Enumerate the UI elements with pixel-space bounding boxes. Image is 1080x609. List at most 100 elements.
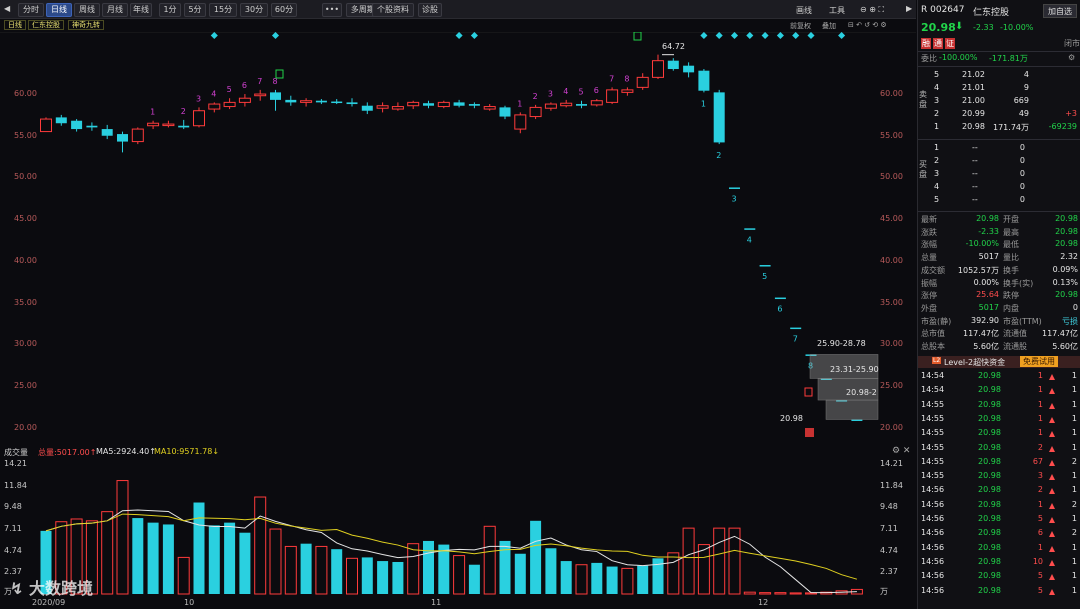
candle-body xyxy=(683,65,695,73)
buy-level-row[interactable]: 4 -- 0 xyxy=(918,182,1080,193)
trade-volume: 67 xyxy=(1032,456,1043,466)
trade-up-arrow-icon xyxy=(1049,459,1055,468)
buy-level-row[interactable]: 1 -- 0 xyxy=(918,143,1080,154)
period-tab[interactable]: 5分 xyxy=(184,3,206,17)
signal-diamond xyxy=(271,31,280,40)
seq-label-down: 4 xyxy=(747,235,752,244)
quote-row: 市盈(静) 392.90 市盈(TTM) 亏损 xyxy=(918,316,1080,327)
buy-level-row[interactable]: 2 -- 0 xyxy=(918,156,1080,167)
level-volume: 0 xyxy=(1019,143,1025,152)
period-tab[interactable]: 60分 xyxy=(271,3,297,17)
trade-price: 20.98 xyxy=(978,485,1001,495)
stock-info-button[interactable]: 个股资料 xyxy=(372,3,414,17)
volume-chart[interactable]: 14.21 11.84 9.48 7.11 4.74 2.37 万 14.21 11.84 9.… xyxy=(0,458,916,596)
volume-bar xyxy=(423,540,434,594)
stock-name: 仁东控股 xyxy=(973,8,1010,18)
chart-control-icons[interactable]: ⊟ ↶ ↺ ⟲ ⚙ xyxy=(848,21,887,29)
nav-next-icon[interactable]: ▶ xyxy=(906,4,912,13)
quote-label: 外盘 xyxy=(921,303,937,313)
quote-label: 换手(实) xyxy=(1003,278,1034,288)
volume-bar xyxy=(208,525,220,594)
buy-level-row[interactable]: 5 -- 0 xyxy=(918,195,1080,206)
volume-bar xyxy=(284,545,297,595)
volume-title: 成交量 xyxy=(4,448,28,457)
candle-body xyxy=(331,101,343,104)
quote-value: 亏损 xyxy=(1062,316,1078,326)
period-tab[interactable]: 15分 xyxy=(209,3,237,17)
nav-prev-icon[interactable]: ◀ xyxy=(4,4,10,13)
candle-body xyxy=(407,101,420,107)
zoom-icons[interactable]: ⊖ ⊕ ⛶ xyxy=(860,5,884,15)
draw-line-button[interactable]: 画线 xyxy=(796,5,812,16)
candle-body xyxy=(729,187,740,189)
trade-volume: 2 xyxy=(1037,442,1043,452)
candle-body xyxy=(117,134,128,142)
quote-value: 2.32 xyxy=(1060,252,1078,262)
quote-value: -2.33 xyxy=(978,226,999,236)
more-button[interactable]: ••• xyxy=(322,3,342,17)
quote-label: 总股本 xyxy=(921,342,945,351)
quote-row: 外盘 5017 内盘 0 xyxy=(918,303,1080,314)
trade-row: 14:54 20.98 1 1 xyxy=(918,385,1080,396)
period-tab[interactable]: 月线 xyxy=(102,3,128,17)
volume-settings-icon[interactable]: ⚙ ✕ xyxy=(892,446,910,456)
prev-adjust-toggle[interactable]: 前复权 xyxy=(790,21,811,31)
price-change: -2.33 xyxy=(973,23,994,32)
trade-price: 20.98 xyxy=(978,413,1001,423)
tag-stock-name[interactable]: 仁东控股 xyxy=(28,20,64,30)
period-tab[interactable]: 周线 xyxy=(74,3,100,17)
trade-volume: 2 xyxy=(1037,485,1043,495)
candle-body xyxy=(101,129,113,136)
volume-bar xyxy=(560,561,572,594)
tools-button[interactable]: 工具 xyxy=(829,5,845,16)
trade-price: 20.98 xyxy=(978,528,1001,538)
sell-level-row[interactable]: 4 21.01 9 xyxy=(918,83,1080,94)
level2-text[interactable]: Level-2超快资金 xyxy=(944,357,1005,368)
signal-diamond xyxy=(761,31,769,40)
quote-row: 总市值 117.47亿 流通值 117.47亿 xyxy=(918,328,1080,339)
overlay-toggle[interactable]: 叠加 xyxy=(822,21,836,31)
sell-level-row[interactable]: 1 20.98 171.74万 -69239 xyxy=(918,122,1080,133)
sell-level-row[interactable]: 2 20.99 49 +3 xyxy=(918,109,1080,120)
period-tab[interactable]: 1分 xyxy=(159,3,181,17)
period-tab[interactable]: 分时 xyxy=(18,3,44,17)
add-watchlist-button[interactable]: 加自选 xyxy=(1043,4,1077,18)
buy-level-row[interactable]: 3 -- 0 xyxy=(918,169,1080,180)
level-volume: 49 xyxy=(1018,109,1029,118)
trade-row: 14:56 20.98 6 2 xyxy=(918,528,1080,539)
panel-settings-icon[interactable]: ⚙ xyxy=(1068,53,1075,62)
volume-bar xyxy=(697,544,710,595)
trade-count: 2 xyxy=(1071,499,1077,509)
quote-value: 117.47亿 xyxy=(1042,329,1078,339)
badge-connect: 通 xyxy=(933,38,943,49)
trade-time: 14:55 xyxy=(921,442,945,452)
level-index: 3 xyxy=(934,169,940,178)
quote-row: 总股本 5.60亿 流通股 5.60亿 xyxy=(918,341,1080,352)
period-tab[interactable]: 日线 xyxy=(46,3,72,17)
price-chart[interactable]: 123456781234567812345678 60.0055.0050.00… xyxy=(0,31,916,444)
diagnose-button[interactable]: 诊股 xyxy=(418,3,442,17)
quote-label: 最高 xyxy=(1003,227,1019,237)
volume-bar xyxy=(591,562,603,594)
candle-body xyxy=(514,114,527,130)
tag-day[interactable]: 日线 xyxy=(4,20,26,30)
quote-value: 117.47亿 xyxy=(963,329,999,339)
trade-row: 14:56 20.98 10 1 xyxy=(918,557,1080,568)
tag-indicator[interactable]: 神奇九转 xyxy=(68,20,104,30)
candle-body xyxy=(423,103,434,106)
period-tab[interactable]: 30分 xyxy=(240,3,268,17)
quote-value: 5017 xyxy=(978,252,999,262)
level-volume: 0 xyxy=(1019,182,1025,191)
free-trial-button[interactable]: 免费试用 xyxy=(1020,356,1058,367)
period-tab[interactable]: 年线 xyxy=(130,3,152,17)
trade-count: 1 xyxy=(1071,399,1077,409)
sell-level-row[interactable]: 3 21.00 669 xyxy=(918,96,1080,107)
sell-level-row[interactable]: 5 21.02 4 xyxy=(918,70,1080,81)
zone3-label: 20.98-2 xyxy=(846,388,877,397)
trade-row: 14:55 20.98 1 1 xyxy=(918,414,1080,425)
trade-time: 14:55 xyxy=(921,428,945,438)
candle-body xyxy=(238,97,251,103)
seq-label-up: 7 xyxy=(257,77,262,86)
trade-row: 14:55 20.98 1 1 xyxy=(918,428,1080,439)
trade-time: 14:55 xyxy=(921,399,945,409)
